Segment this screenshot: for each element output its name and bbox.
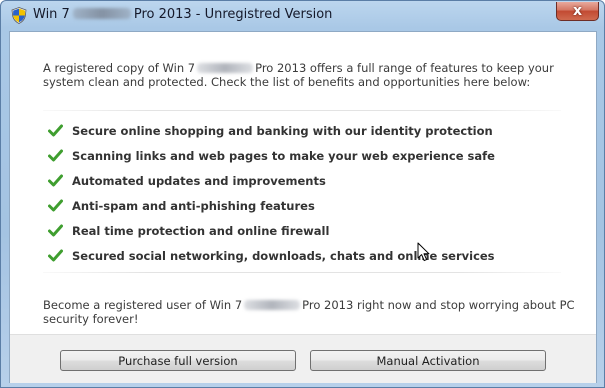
feature-item: Scanning links and web pages to make you… <box>48 148 495 173</box>
feature-label: Scanning links and web pages to make you… <box>72 149 495 163</box>
shield-icon <box>11 7 27 24</box>
dialog-content: A registered copy of Win 7 Pro 2013 offer… <box>9 31 597 383</box>
feature-label: Secured social networking, downloads, ch… <box>72 249 495 263</box>
feature-label: Automated updates and improvements <box>72 174 326 188</box>
mouse-cursor-icon <box>417 242 430 262</box>
button-bar: Purchase full version Manual Activation <box>10 334 596 383</box>
separator-top <box>43 110 561 111</box>
window-title-suffix: Pro 2013 - Unregistred Version <box>133 7 333 22</box>
feature-item: Secure online shopping and banking with … <box>48 123 495 148</box>
feature-label: Secure online shopping and banking with … <box>72 124 493 138</box>
redacted-text <box>72 8 131 19</box>
close-icon: x <box>572 3 583 19</box>
checkmark-icon <box>48 149 63 162</box>
redacted-text <box>197 63 254 73</box>
checkmark-icon <box>48 174 63 187</box>
separator-bottom <box>43 272 561 273</box>
title-bar[interactable]: Win 7 Pro 2013 - Unregistred Version x <box>1 1 604 31</box>
outro-text-part1: Become a registered user of Win 7 <box>43 298 243 312</box>
purchase-button[interactable]: Purchase full version <box>60 350 296 371</box>
intro-text: A registered copy of Win 7 Pro 2013 offer… <box>43 61 573 89</box>
checkmark-icon <box>48 199 63 212</box>
feature-label: Real time protection and online firewall <box>72 224 330 238</box>
manual-activation-button[interactable]: Manual Activation <box>310 350 546 371</box>
outro-text: Become a registered user of Win 7 Pro 201… <box>43 298 583 326</box>
checkmark-icon <box>48 124 63 137</box>
feature-label: Anti-spam and anti-phishing features <box>72 199 315 213</box>
close-button[interactable]: x <box>556 2 599 21</box>
feature-item: Automated updates and improvements <box>48 173 495 198</box>
checkmark-icon <box>48 224 63 237</box>
window-title: Win 7 Pro 2013 - Unregistred Version <box>33 6 332 24</box>
window-title-prefix: Win 7 <box>33 7 70 22</box>
intro-text-part1: A registered copy of Win 7 <box>43 61 196 75</box>
app-window: Win 7 Pro 2013 - Unregistred Version x A … <box>0 0 605 388</box>
feature-item: Anti-spam and anti-phishing features <box>48 198 495 223</box>
checkmark-icon <box>48 249 63 262</box>
redacted-text <box>244 300 301 310</box>
